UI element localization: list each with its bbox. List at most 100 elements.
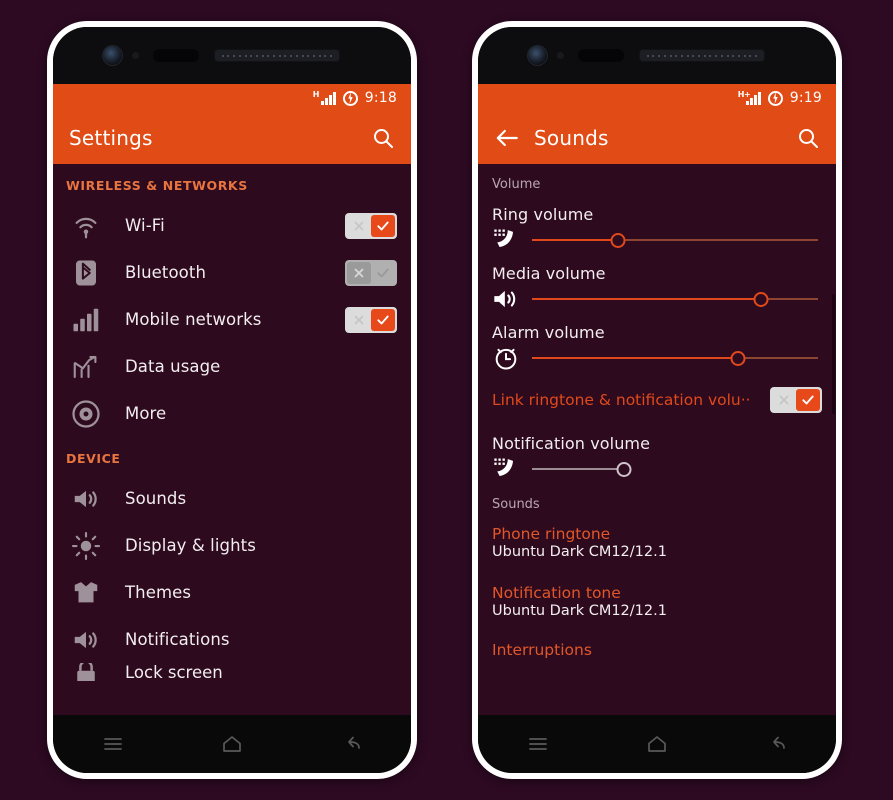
notification-volume-slider-row[interactable] [478, 454, 836, 484]
network-type-label: H+ [737, 89, 751, 99]
wifi-toggle[interactable] [345, 212, 397, 239]
notification-tone-item[interactable]: Notification tone Ubuntu Dark CM12/12.1 [478, 562, 836, 621]
phone-device-right: H+ 9:19 Sounds Volume Ring volume Media … [472, 21, 842, 779]
navigation-bar-right [478, 715, 836, 773]
alarm-volume-slider-row[interactable] [478, 343, 836, 373]
speaker-icon [71, 484, 101, 514]
link-ringtone-label: Link ringtone & notification volu·· [492, 391, 751, 409]
lock-icon [71, 663, 101, 681]
gear-icon [71, 399, 101, 429]
back-button[interactable] [328, 724, 374, 764]
media-volume-slider-row[interactable] [478, 284, 836, 314]
section-header-device: DEVICE [66, 451, 121, 466]
sidebar-item-label: Lock screen [125, 663, 223, 681]
sounds-settings-list[interactable]: Volume Ring volume Media volume Alarm vo… [478, 164, 836, 715]
media-volume-slider[interactable] [532, 287, 818, 311]
mobile-networks-toggle[interactable] [345, 306, 397, 333]
phone-device-left: H 9:18 Settings WIRELESS & NETWORKS Wi-F… [47, 21, 417, 779]
app-bar-left: Settings [53, 112, 411, 164]
phone-ringtone-item[interactable]: Phone ringtone Ubuntu Dark CM12/12.1 [478, 516, 836, 562]
back-arrow-icon[interactable] [494, 125, 520, 151]
interruptions-item[interactable]: Interruptions [478, 621, 836, 665]
settings-list[interactable]: WIRELESS & NETWORKS Wi-Fi Bluetooth Mobi… [53, 164, 411, 715]
page-title: Settings [69, 126, 153, 150]
status-clock: 9:19 [789, 90, 822, 106]
sidebar-item-label: More [125, 404, 167, 423]
phone-ringtone-label: Phone ringtone [492, 525, 611, 543]
proximity-sensor-icon [132, 52, 139, 59]
signal-bars-icon [71, 305, 101, 335]
earpiece-grille-icon [639, 49, 765, 62]
bluetooth-icon [71, 258, 101, 288]
sidebar-item-label: Data usage [125, 357, 221, 376]
back-button[interactable] [753, 724, 799, 764]
section-header-wireless: WIRELESS & NETWORKS [66, 178, 248, 193]
ring-volume-slider-row[interactable] [478, 225, 836, 255]
speaker-icon [492, 287, 520, 311]
earpiece-grille-icon [214, 49, 340, 62]
link-ringtone-toggle[interactable] [770, 387, 822, 413]
link-ringtone-notification-row[interactable]: Link ringtone & notification volu·· [478, 373, 836, 425]
scrollbar[interactable] [832, 294, 835, 414]
wifi-icon [71, 211, 101, 241]
notification-volume-slider[interactable] [532, 457, 818, 481]
search-icon[interactable] [796, 126, 820, 150]
battery-charging-icon [767, 90, 783, 106]
screen-left: H 9:18 Settings WIRELESS & NETWORKS Wi-F… [53, 84, 411, 715]
signal-strength-icon: H [312, 89, 336, 105]
sidebar-item-partial-cutoff[interactable]: Lock screen [53, 663, 411, 681]
alarm-volume-label: Alarm volume [492, 323, 605, 342]
phone-body-left: H 9:18 Settings WIRELESS & NETWORKS Wi-F… [53, 27, 411, 773]
section-header-volume: Volume [492, 177, 541, 192]
notification-led-slot [578, 49, 624, 62]
status-bar-left: H 9:18 [53, 84, 411, 112]
sidebar-item-mobile-networks[interactable]: Mobile networks [53, 296, 411, 343]
network-type-label: H [312, 89, 320, 99]
sidebar-item-label: Sounds [125, 489, 187, 508]
speaker-icon [71, 625, 101, 655]
sidebar-item-label: Mobile networks [125, 310, 262, 329]
phone-body-right: H+ 9:19 Sounds Volume Ring volume Media … [478, 27, 836, 773]
sidebar-item-themes[interactable]: Themes [53, 569, 411, 616]
section-header-sounds: Sounds [492, 497, 540, 512]
media-volume-label: Media volume [492, 264, 606, 283]
sidebar-item-bluetooth[interactable]: Bluetooth [53, 249, 411, 296]
search-icon[interactable] [371, 126, 395, 150]
menu-button[interactable] [90, 724, 136, 764]
proximity-sensor-icon [557, 52, 564, 59]
sidebar-item-notifications[interactable]: Notifications [53, 616, 411, 663]
bluetooth-toggle[interactable] [345, 259, 397, 286]
status-bar-right: H+ 9:19 [478, 84, 836, 112]
ringtone-phone-icon [492, 457, 520, 481]
notification-led-slot [153, 49, 199, 62]
battery-charging-icon [342, 90, 358, 106]
data-usage-icon [71, 352, 101, 382]
home-button[interactable] [209, 724, 255, 764]
home-button[interactable] [634, 724, 680, 764]
ring-volume-slider[interactable] [532, 228, 818, 252]
sidebar-item-wifi[interactable]: Wi-Fi [53, 202, 411, 249]
sidebar-item-label: Wi-Fi [125, 216, 165, 235]
notification-tone-label: Notification tone [492, 584, 621, 602]
sidebar-item-more[interactable]: More [53, 390, 411, 437]
menu-button[interactable] [515, 724, 561, 764]
notification-tone-value: Ubuntu Dark CM12/12.1 [492, 603, 667, 619]
hardware-top-strip-right [478, 27, 836, 84]
phone-ringtone-value: Ubuntu Dark CM12/12.1 [492, 544, 667, 560]
hardware-top-strip-left [53, 27, 411, 84]
sidebar-item-sounds[interactable]: Sounds [53, 475, 411, 522]
notification-volume-label: Notification volume [492, 434, 651, 453]
alarm-volume-slider[interactable] [532, 346, 818, 370]
ringtone-phone-icon [492, 228, 520, 252]
status-clock: 9:18 [364, 90, 397, 106]
front-camera-icon [528, 46, 547, 65]
screen-right: H+ 9:19 Sounds Volume Ring volume Media … [478, 84, 836, 715]
sidebar-item-label: Themes [125, 583, 192, 602]
signal-strength-icon: H+ [737, 89, 761, 105]
app-bar-right: Sounds [478, 112, 836, 164]
sidebar-item-data-usage[interactable]: Data usage [53, 343, 411, 390]
page-title: Sounds [534, 126, 609, 150]
sidebar-item-label: Bluetooth [125, 263, 206, 282]
sidebar-item-display-lights[interactable]: Display & lights [53, 522, 411, 569]
sidebar-item-label: Display & lights [125, 536, 256, 555]
